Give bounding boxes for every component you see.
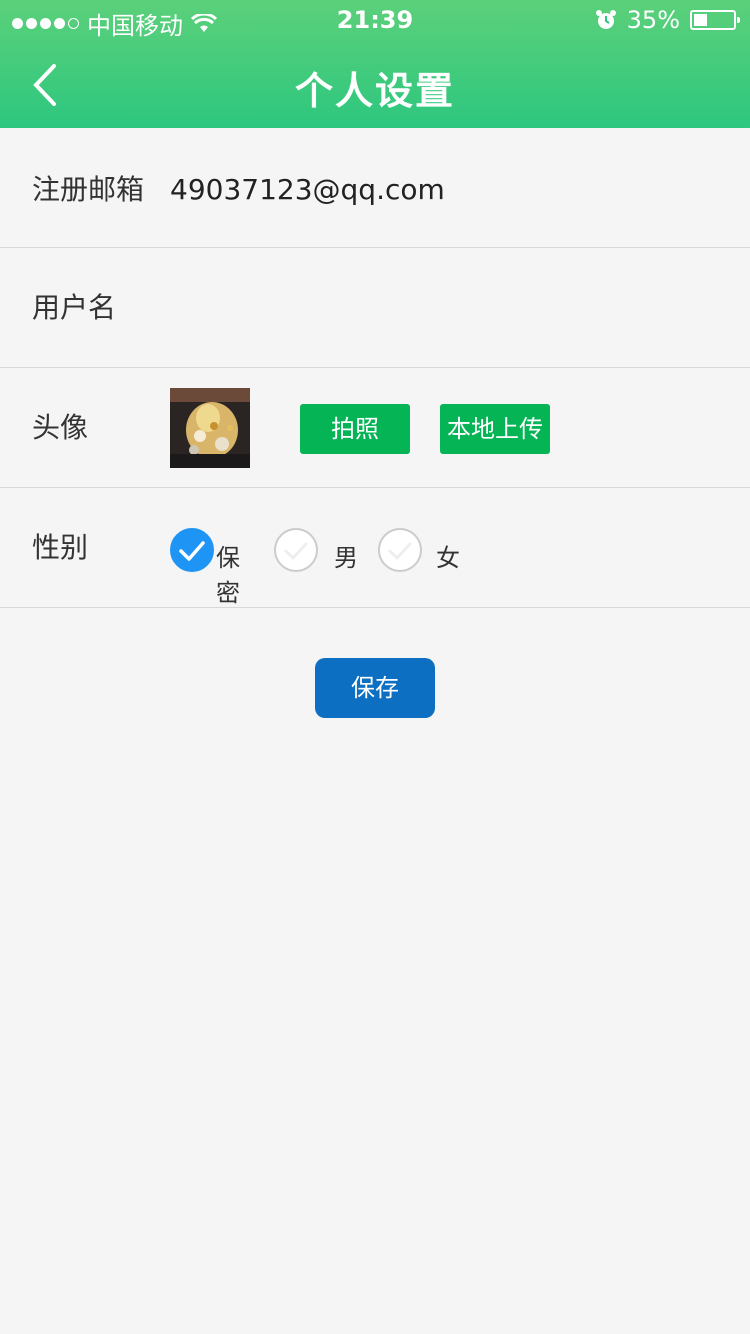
avatar-image xyxy=(170,388,250,468)
alarm-icon xyxy=(595,10,616,29)
page-title: 个人设置 xyxy=(294,69,455,113)
gender-radio-male[interactable] xyxy=(274,528,318,572)
take-photo-button[interactable]: 拍照 xyxy=(300,404,410,454)
upload-local-button[interactable]: 本地上传 xyxy=(440,404,550,454)
battery-fill xyxy=(694,14,707,26)
avatar-label: 头像 xyxy=(32,411,89,444)
email-row: 注册邮箱 49037123@qq.com xyxy=(0,128,750,248)
status-right: 35% xyxy=(595,6,740,34)
battery-percent: 35% xyxy=(626,6,680,34)
check-icon xyxy=(284,542,308,560)
username-label: 用户名 xyxy=(32,291,117,324)
gender-label: 性别 xyxy=(32,531,89,564)
status-bar: 中国移动 21:39 35% xyxy=(0,0,750,40)
gender-option-label[interactable]: 保密 xyxy=(216,538,240,608)
gender-option-label[interactable]: 女 xyxy=(436,538,460,573)
gender-radio-secret[interactable] xyxy=(170,528,214,572)
gender-row: 性别 保密 男 女 xyxy=(0,488,750,608)
header-bar: 中国移动 21:39 35% 个人设置 xyxy=(0,0,750,128)
username-row[interactable]: 用户名 xyxy=(0,248,750,368)
check-icon xyxy=(388,542,412,560)
check-icon xyxy=(179,541,205,561)
save-button[interactable]: 保存 xyxy=(315,658,435,718)
gender-option-label[interactable]: 男 xyxy=(334,538,358,573)
gender-radio-female[interactable] xyxy=(378,528,422,572)
battery-icon xyxy=(690,10,740,30)
email-value: 49037123@qq.com xyxy=(170,173,445,206)
avatar-row: 头像 拍照 本地上传 xyxy=(0,368,750,488)
email-label: 注册邮箱 xyxy=(32,173,145,206)
